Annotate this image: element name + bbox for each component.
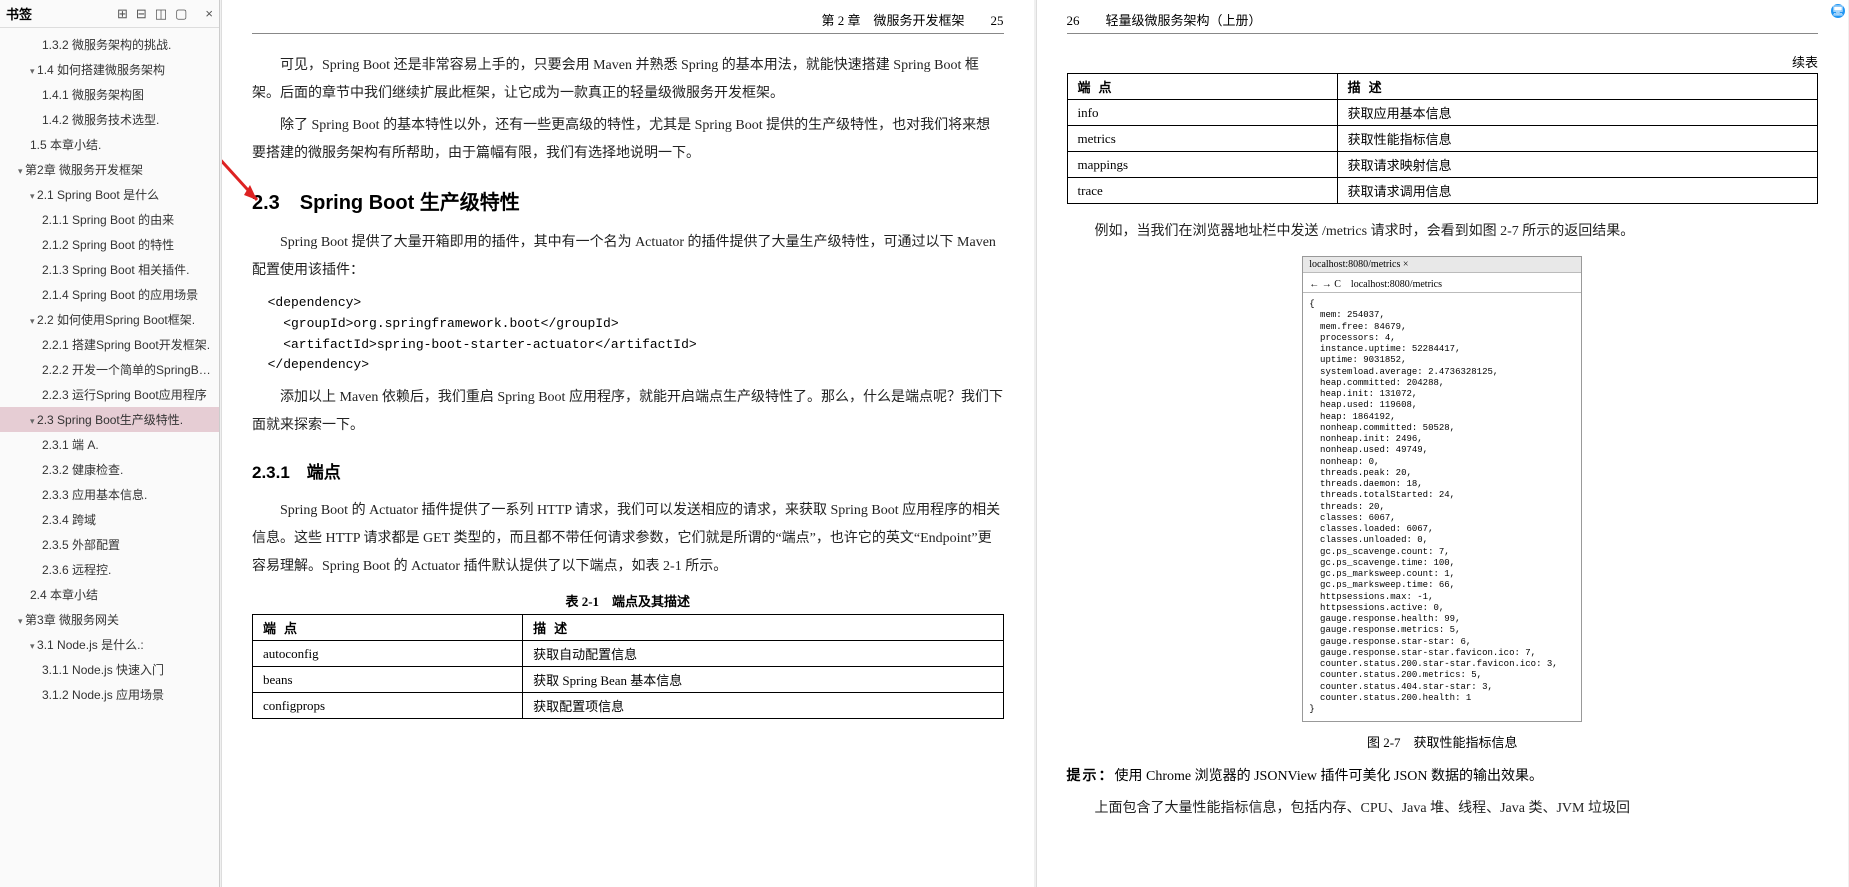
bookmark-item[interactable]: 3.1.2 Node.js 应用场景 (0, 682, 219, 707)
bookmark-icon[interactable]: ▢ (175, 6, 187, 22)
bookmark-item[interactable]: 2.1 Spring Boot 是什么 (0, 182, 219, 207)
bookmark-item[interactable]: 2.3 Spring Boot生产级特性. (0, 407, 219, 432)
endpoints-table: 端点描述 autoconfig获取自动配置信息beans获取 Spring Be… (252, 614, 1004, 719)
code-block: <dependency> <groupId>org.springframewor… (252, 293, 1004, 376)
bookmark-item[interactable]: 2.1.1 Spring Boot 的由来 (0, 207, 219, 232)
table-header: 端点 (253, 615, 523, 641)
sidebar-title: 书签 (6, 4, 32, 23)
endpoints-table-cont: 端点描述 info获取应用基本信息metrics获取性能指标信息mappings… (1067, 73, 1819, 204)
paragraph: 除了 Spring Boot 的基本特性以外，还有一些更高级的特性，尤其是 Sp… (252, 112, 1004, 168)
table-caption: 表 2-1 端点及其描述 (252, 591, 1004, 610)
paragraph: 添加以上 Maven 依赖后，我们重启 Spring Boot 应用程序，就能开… (252, 384, 1004, 440)
figure-caption: 图 2-7 获取性能指标信息 (1067, 732, 1819, 751)
bookmark-item[interactable]: 2.2.3 运行Spring Boot应用程序 (0, 382, 219, 407)
table-header: 描述 (523, 615, 1003, 641)
section-heading-2-3: 2.3 Spring Boot 生产级特性 (252, 186, 1004, 215)
tip-label: 提示： (1067, 769, 1115, 784)
figure-2-7: localhost:8080/metrics × ← → C localhost… (1302, 256, 1582, 722)
close-icon[interactable]: × (205, 6, 213, 22)
bookmark-item[interactable]: 1.4.2 微服务技术选型. (0, 107, 219, 132)
bookmarks-sidebar: 书签 ⊞ ⊟ ◫ ▢ × 1.3.2 微服务架构的挑战.1.4 如何搭建微服务架… (0, 0, 220, 887)
bookmark-item[interactable]: 2.2.1 搭建Spring Boot开发框架. (0, 332, 219, 357)
bookmark-item[interactable]: 2.1.4 Spring Boot 的应用场景 (0, 282, 219, 307)
bookmark-item[interactable]: 第3章 微服务网关 (0, 607, 219, 632)
table-row: trace获取请求调用信息 (1067, 178, 1818, 204)
paragraph: 例如，当我们在浏览器地址栏中发送 /metrics 请求时，会看到如图 2-7 … (1067, 218, 1819, 246)
table-row: autoconfig获取自动配置信息 (253, 641, 1004, 667)
bookmark-add-icon[interactable]: ◫ (155, 6, 167, 22)
bookmark-item[interactable]: 2.3.4 跨域 (0, 507, 219, 532)
table-row: metrics获取性能指标信息 (1067, 126, 1818, 152)
table-row: info获取应用基本信息 (1067, 100, 1818, 126)
expand-current-icon[interactable]: ⊞ (117, 6, 128, 22)
continued-label: 续表 (1067, 52, 1819, 71)
bookmark-item[interactable]: 2.2.2 开发一个简单的SpringBo… (0, 357, 219, 382)
bookmark-item[interactable]: 2.2 如何使用Spring Boot框架. (0, 307, 219, 332)
table-row: configprops获取配置项信息 (253, 693, 1004, 719)
paragraph: 上面包含了大量性能指标信息，包括内存、CPU、Java 堆、线程、Java 类、… (1067, 795, 1819, 823)
bookmark-item[interactable]: 3.1.1 Node.js 快速入门 (0, 657, 219, 682)
browser-tab: localhost:8080/metrics × (1303, 257, 1581, 273)
bookmark-item[interactable]: 1.3.2 微服务架构的挑战. (0, 32, 219, 57)
table-row: mappings获取请求映射信息 (1067, 152, 1818, 178)
tip-paragraph: 提示：使用 Chrome 浏览器的 JSONView 插件可美化 JSON 数据… (1067, 765, 1819, 785)
table-row: beans获取 Spring Bean 基本信息 (253, 667, 1004, 693)
bookmark-item[interactable]: 2.4 本章小结 (0, 582, 219, 607)
document-viewer[interactable]: 第 2 章 微服务开发框架 25 可见，Spring Boot 还是非常容易上手… (220, 0, 1849, 887)
bookmark-item[interactable]: 2.1.2 Spring Boot 的特性 (0, 232, 219, 257)
bookmark-item[interactable]: 1.5 本章小结. (0, 132, 219, 157)
bookmark-item[interactable]: 3.1 Node.js 是什么.: (0, 632, 219, 657)
sidebar-header: 书签 ⊞ ⊟ ◫ ▢ × (0, 0, 219, 28)
paragraph: 可见，Spring Boot 还是非常容易上手的，只要会用 Maven 并熟悉 … (252, 52, 1004, 108)
bookmark-item[interactable]: 2.3.1 端 A. (0, 432, 219, 457)
bookmark-item[interactable]: 2.3.6 远程控. (0, 557, 219, 582)
bookmark-item[interactable]: 2.3.3 应用基本信息. (0, 482, 219, 507)
paragraph: Spring Boot 的 Actuator 插件提供了一系列 HTTP 请求，… (252, 497, 1004, 581)
collapse-icon[interactable]: ⊟ (136, 6, 147, 22)
page-25: 第 2 章 微服务开发框架 25 可见，Spring Boot 还是非常容易上手… (221, 0, 1034, 887)
page-header: 26 轻量级微服务架构（上册） (1067, 10, 1819, 34)
tip-text: 使用 Chrome 浏览器的 JSONView 插件可美化 JSON 数据的输出… (1115, 769, 1544, 784)
bookmark-item[interactable]: 2.1.3 Spring Boot 相关插件. (0, 257, 219, 282)
bookmark-item[interactable]: 1.4.1 微服务架构图 (0, 82, 219, 107)
assist-icon[interactable]: 🖥 (1829, 2, 1847, 20)
bookmark-item[interactable]: 第2章 微服务开发框架 (0, 157, 219, 182)
bookmark-item[interactable]: 1.4 如何搭建微服务架构 (0, 57, 219, 82)
bookmark-tree[interactable]: 1.3.2 微服务架构的挑战.1.4 如何搭建微服务架构1.4.1 微服务架构图… (0, 28, 219, 887)
section-heading-2-3-1: 2.3.1 端点 (252, 458, 1004, 483)
page-26: 26 轻量级微服务架构（上册） 续表 端点描述 info获取应用基本信息metr… (1036, 0, 1849, 887)
paragraph: Spring Boot 提供了大量开箱即用的插件，其中有一个名为 Actuato… (252, 229, 1004, 285)
page-header: 第 2 章 微服务开发框架 25 (252, 10, 1004, 34)
bookmark-item[interactable]: 2.3.5 外部配置 (0, 532, 219, 557)
metrics-json-output: { mem: 254037, mem.free: 84679, processo… (1303, 293, 1581, 721)
bookmark-item[interactable]: 2.3.2 健康检查. (0, 457, 219, 482)
browser-url-bar: ← → C localhost:8080/metrics (1303, 273, 1581, 293)
table-header: 描述 (1337, 74, 1817, 100)
table-header: 端点 (1067, 74, 1337, 100)
